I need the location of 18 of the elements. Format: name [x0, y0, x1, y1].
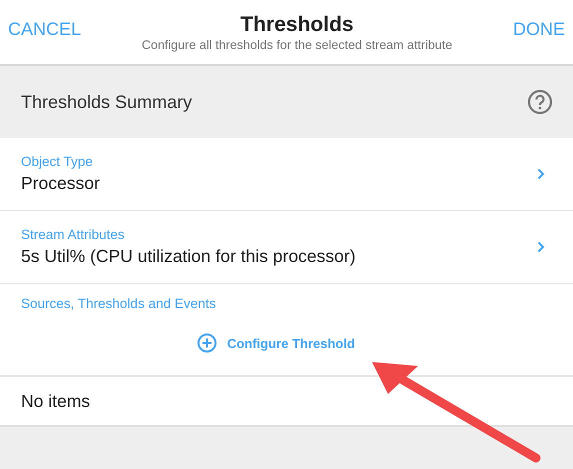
done-button[interactable]: DONE — [512, 18, 565, 40]
configure-threshold-button[interactable]: Configure Threshold — [197, 333, 355, 353]
section-title: Thresholds Summary — [21, 92, 192, 112]
chevron-icon — [537, 168, 545, 180]
field-value: Processor — [21, 173, 100, 194]
field-label: Object Type — [21, 154, 94, 169]
empty-message: No items — [0, 377, 573, 427]
field-label: Stream Attributes — [21, 227, 126, 242]
field-value: 5s Util% (CPU utilization for this processor) — [21, 246, 356, 267]
list-row[interactable]: Stream Attributes 5s Util% (CPU utilization for this processor) — [0, 211, 573, 284]
page-subtitle: Configure all thresholds for the selected stream attribute — [142, 38, 452, 52]
list-row[interactable]: Object Type Processor — [0, 138, 573, 211]
page-title: Thresholds — [240, 12, 354, 36]
chevron-icon — [537, 241, 545, 253]
add-icon — [197, 333, 218, 353]
section-label: Sources, Thresholds and Events — [21, 296, 217, 311]
cancel-button[interactable]: CANCEL — [8, 18, 82, 40]
help-icon[interactable] — [527, 89, 553, 115]
